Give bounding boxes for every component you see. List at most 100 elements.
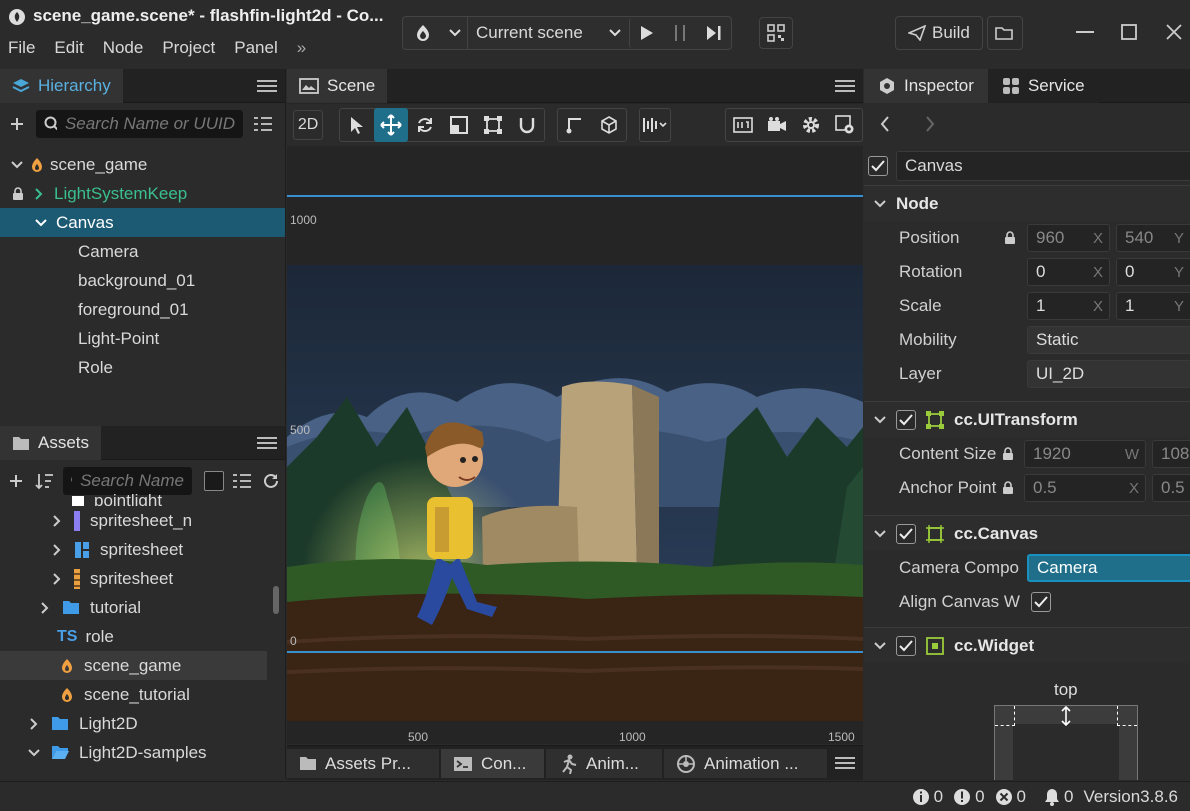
menu-edit[interactable]: Edit: [54, 38, 83, 58]
rect-tool-icon[interactable]: [476, 110, 510, 140]
snap-magnet-icon[interactable]: [510, 110, 544, 140]
back-arrow-icon[interactable]: [870, 109, 900, 139]
collapse-chevron-icon[interactable]: [50, 514, 64, 528]
collapse-chevron-icon[interactable]: [38, 601, 52, 615]
build-button[interactable]: Build: [895, 16, 983, 50]
play-icon[interactable]: [629, 18, 663, 48]
platform-flame-icon[interactable]: [403, 18, 443, 48]
tab-assets[interactable]: Assets: [0, 426, 102, 460]
asset-row-scene-tutorial[interactable]: scene_tutorial: [0, 680, 285, 709]
node-section-header[interactable]: Node: [864, 185, 1190, 221]
tree-row-role[interactable]: Role: [0, 353, 285, 382]
uitransform-enabled-checkbox[interactable]: [896, 409, 916, 430]
rotation-x-input[interactable]: 0X: [1027, 258, 1110, 286]
local-space-cube-icon[interactable]: [592, 110, 626, 140]
expand-chevron-icon[interactable]: [10, 158, 24, 172]
tab-inspector[interactable]: Inspector: [864, 69, 988, 103]
camera-component-field[interactable]: Camera: [1027, 554, 1190, 582]
status-warn[interactable]: 0: [953, 787, 985, 807]
asset-row-pointlight[interactable]: pointlight: [0, 488, 285, 506]
open-project-folder-button[interactable]: [987, 16, 1023, 50]
tree-row-canvas[interactable]: Canvas: [0, 208, 285, 237]
bottom-menu-icon[interactable]: [835, 754, 855, 772]
tree-row-light-point[interactable]: Light-Point: [0, 324, 285, 353]
position-y-input[interactable]: 540 Y: [1116, 224, 1190, 252]
status-notifications[interactable]: 0: [1044, 787, 1073, 807]
lock-icon[interactable]: [1004, 231, 1016, 245]
asset-row-spritesheet-n[interactable]: spritesheet_n: [0, 506, 285, 535]
tree-row-scene-game[interactable]: scene_game: [0, 150, 285, 179]
assets-scrollbar[interactable]: [273, 586, 279, 614]
tab-console[interactable]: Con...: [441, 749, 545, 778]
status-error[interactable]: 0: [995, 787, 1026, 807]
expand-chevron-icon[interactable]: [874, 529, 886, 538]
maximize-button[interactable]: [1115, 18, 1143, 46]
camera-icon[interactable]: [760, 110, 794, 140]
node-name-input[interactable]: Canvas: [896, 151, 1190, 181]
collapse-chevron-icon[interactable]: [27, 717, 41, 731]
collapse-chevron-icon[interactable]: [50, 572, 64, 586]
pivot-icon[interactable]: [558, 110, 592, 140]
canvas-enabled-checkbox[interactable]: [896, 523, 916, 544]
widget-align-box[interactable]: [994, 705, 1138, 780]
uitransform-section-header[interactable]: cc.UITransform: [864, 401, 1190, 437]
close-window-button[interactable]: [1160, 18, 1188, 46]
forward-arrow-icon[interactable]: [915, 109, 945, 139]
widget-enabled-checkbox[interactable]: [896, 635, 916, 656]
tab-animation[interactable]: Anim...: [546, 749, 663, 778]
tree-row-foreground[interactable]: foreground_01: [0, 295, 285, 324]
expand-chevron-icon[interactable]: [874, 199, 886, 208]
move-tool-icon[interactable]: [374, 108, 409, 142]
expand-chevron-icon[interactable]: [874, 415, 886, 424]
qr-preview-button[interactable]: [759, 17, 793, 49]
status-info[interactable]: 0: [912, 787, 943, 807]
widget-section-header[interactable]: cc.Widget: [864, 627, 1190, 663]
layer-select[interactable]: UI_2D: [1027, 360, 1190, 388]
tree-row-camera[interactable]: Camera: [0, 237, 285, 266]
asset-row-tutorial[interactable]: tutorial: [0, 593, 285, 622]
align-dropdown[interactable]: [639, 108, 671, 142]
menu-node[interactable]: Node: [103, 38, 144, 58]
tree-row-background[interactable]: background_01: [0, 266, 285, 295]
lock-icon[interactable]: [1002, 447, 1014, 461]
mobility-select[interactable]: Static: [1027, 326, 1190, 354]
asset-row-spritesheet-atlas[interactable]: spritesheet: [0, 535, 285, 564]
pause-icon[interactable]: [663, 18, 697, 48]
scale-x-input[interactable]: 1X: [1027, 292, 1110, 320]
asset-row-role[interactable]: TS role: [0, 622, 285, 651]
tab-service[interactable]: Service: [987, 69, 1099, 103]
rotate-tool-icon[interactable]: [408, 110, 442, 140]
scene-viewport[interactable]: 1000 500 0 500 1000 1500: [287, 147, 863, 744]
content-height-input[interactable]: 1080: [1152, 440, 1190, 468]
menu-project[interactable]: Project: [162, 38, 215, 58]
expand-chevron-icon[interactable]: [874, 641, 886, 650]
menu-file[interactable]: File: [8, 38, 35, 58]
tab-animation-graph[interactable]: Animation ...: [664, 749, 828, 778]
minimize-button[interactable]: [1071, 18, 1099, 46]
rotation-y-input[interactable]: 0Y: [1116, 258, 1190, 286]
assets-menu-icon[interactable]: [257, 434, 277, 452]
scene-select[interactable]: Current scene: [467, 17, 629, 49]
collapse-chevron-icon[interactable]: [50, 543, 64, 557]
asset-row-spritesheet-strip[interactable]: spritesheet: [0, 564, 285, 593]
step-icon[interactable]: [697, 18, 731, 48]
settings-gear-icon[interactable]: [794, 110, 828, 140]
select-cursor-icon[interactable]: [340, 110, 374, 140]
platform-dropdown-chevron-icon[interactable]: [443, 18, 467, 48]
add-node-icon[interactable]: [6, 109, 28, 139]
tab-scene[interactable]: Scene: [287, 68, 388, 103]
mode-2d-button[interactable]: 2D: [293, 110, 324, 140]
collapse-chevron-icon[interactable]: [32, 187, 46, 201]
sort-list-icon[interactable]: [251, 109, 275, 139]
scale-tool-icon[interactable]: [442, 110, 476, 140]
lock-icon[interactable]: [1002, 481, 1014, 495]
tree-row-lightsystemkeep[interactable]: LightSystemKeep: [0, 179, 285, 208]
position-x-input[interactable]: 960 X: [1027, 224, 1110, 252]
tab-assets-preview[interactable]: Assets Pr...: [287, 749, 440, 778]
expand-chevron-icon[interactable]: [34, 216, 48, 230]
anchor-y-input[interactable]: 0.5: [1152, 474, 1190, 502]
resolution-icon[interactable]: [726, 110, 760, 140]
node-active-checkbox[interactable]: [868, 156, 888, 176]
canvas-section-header[interactable]: cc.Canvas: [864, 515, 1190, 551]
anchor-x-input[interactable]: 0.5 X: [1024, 474, 1146, 502]
